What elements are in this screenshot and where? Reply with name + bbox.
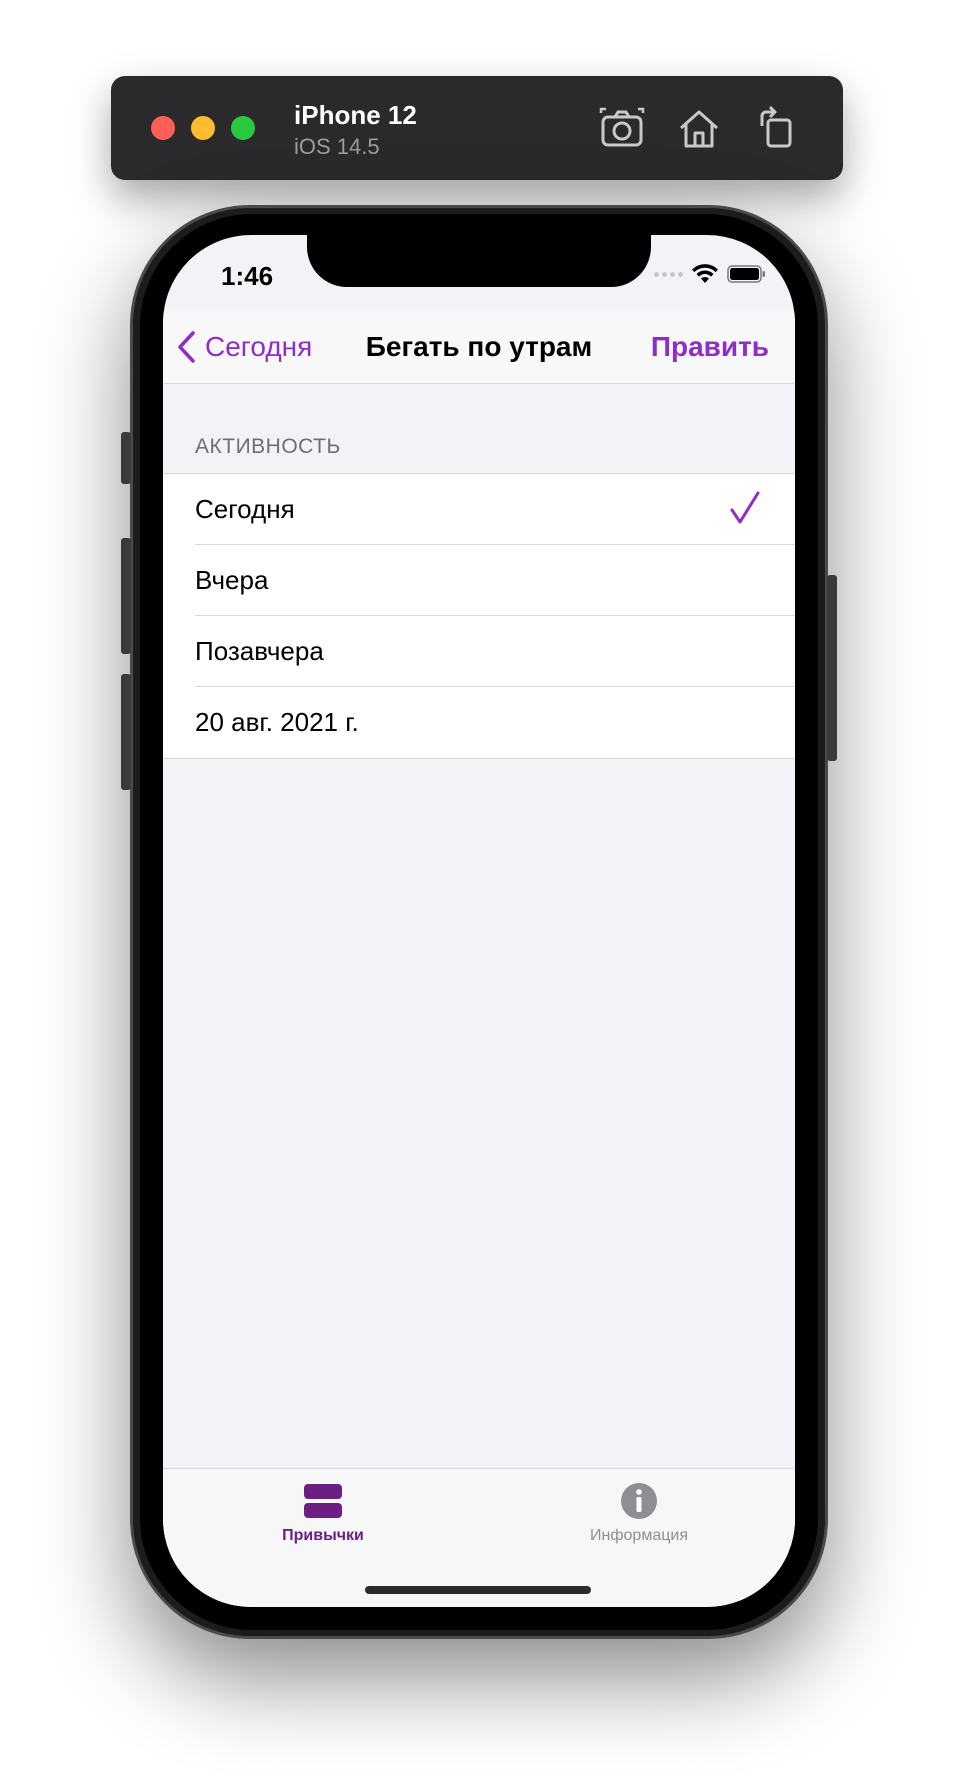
tab-info[interactable]: Информация (559, 1481, 719, 1545)
list-item-label: 20 авг. 2021 г. (195, 707, 359, 737)
activity-list: Сегодня Вчера Позавчера 20 авг. 2021 г. (163, 473, 795, 759)
zoom-window-button[interactable] (231, 116, 255, 140)
tab-habits[interactable]: Привычки (243, 1481, 403, 1545)
device-name: iPhone 12 (294, 100, 417, 130)
tab-info-label: Информация (590, 1527, 688, 1544)
info-icon (621, 1483, 657, 1519)
rotate-icon[interactable] (752, 104, 800, 152)
tab-bar: Привычки Информация (163, 1468, 795, 1607)
notch (307, 235, 651, 287)
status-icons (654, 263, 767, 285)
mute-switch (121, 432, 131, 484)
list-item[interactable]: Позавчера (163, 616, 795, 687)
simulator-toolbar: iPhone 12 iOS 14.5 (111, 76, 843, 180)
battery-icon (727, 265, 765, 283)
wifi-icon (692, 264, 718, 283)
list-item[interactable]: Вчера (163, 545, 795, 616)
stack-icon (304, 1484, 342, 1518)
list-item-label: Позавчера (195, 636, 324, 666)
list-item-label: Вчера (195, 565, 269, 595)
minimize-window-button[interactable] (191, 116, 215, 140)
os-version: iOS 14.5 (294, 134, 380, 159)
power-button (827, 575, 837, 761)
volume-down-button (121, 674, 131, 790)
cellular-signal-icon (654, 271, 683, 277)
volume-up-button (121, 538, 131, 654)
list-item-label: Сегодня (195, 494, 295, 524)
screenshot-icon[interactable] (598, 104, 646, 152)
section-header: АКТИВНОСТЬ (195, 435, 341, 458)
edit-button[interactable]: Править (651, 331, 769, 363)
checkmark-icon (730, 491, 760, 524)
home-icon[interactable] (675, 104, 723, 152)
list-item[interactable]: Сегодня (163, 474, 795, 545)
tab-habits-label: Привычки (282, 1527, 364, 1544)
device-screen: 1:46 Сегодня Бегать по утрам Править АКТ… (163, 235, 795, 1607)
list-item[interactable]: 20 авг. 2021 г. (163, 687, 795, 758)
navigation-bar: Сегодня Бегать по утрам Править (163, 311, 795, 384)
status-time: 1:46 (221, 261, 274, 291)
home-indicator (365, 1586, 591, 1594)
close-window-button[interactable] (151, 116, 175, 140)
